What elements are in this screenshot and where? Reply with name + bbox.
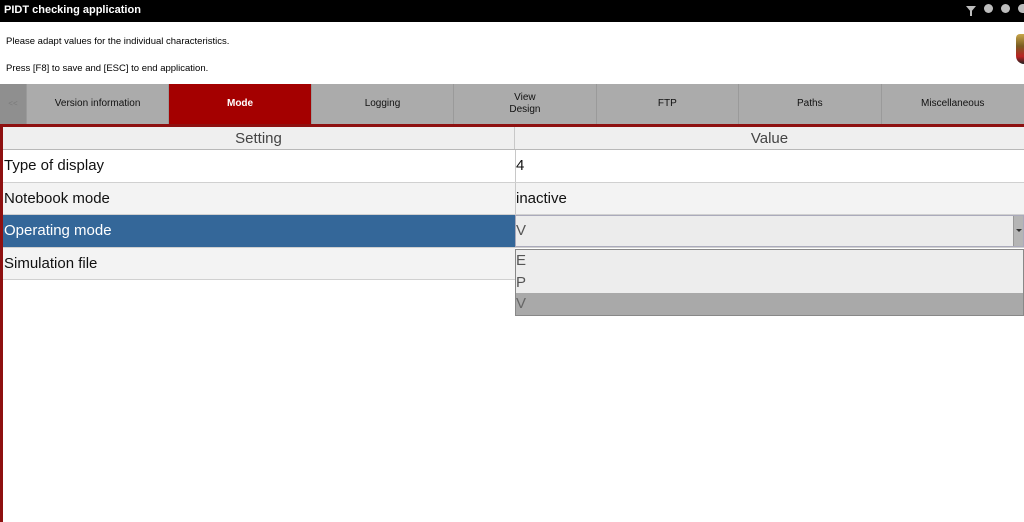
tab-version-information[interactable]: Version information (26, 84, 170, 124)
setting-name: Type of display (4, 157, 105, 175)
window-title: PIDT checking application (4, 4, 141, 16)
setting-name: Simulation file (4, 254, 98, 272)
porsche-logo-icon (1016, 34, 1024, 64)
setting-value[interactable]: 4 (515, 150, 1024, 182)
title-bar: PIDT checking application (0, 0, 1024, 22)
instruction-text: Please adapt values for the individual c… (6, 36, 230, 47)
setting-value[interactable]: inactive (515, 182, 1024, 214)
chevron-down-icon (1015, 229, 1022, 233)
tab-miscellaneous[interactable]: Miscellaneous (881, 84, 1024, 124)
dropdown-option-e[interactable]: E (516, 250, 1023, 272)
setting-name: Operating mode (3, 215, 515, 247)
dropdown-option-v[interactable]: V (516, 293, 1023, 315)
circle-icon[interactable] (1001, 4, 1010, 13)
column-header-setting[interactable]: Setting (3, 127, 515, 149)
dropdown-option-p[interactable]: P (516, 272, 1023, 294)
tab-paths[interactable]: Paths (739, 84, 882, 124)
circle-icon[interactable] (1018, 4, 1024, 13)
operating-mode-dropdown-list: E P V (515, 249, 1024, 316)
circle-icon[interactable] (984, 4, 993, 13)
operating-mode-select[interactable]: V (515, 215, 1024, 247)
shortcut-hint-text: Press [F8] to save and [ESC] to end appl… (6, 63, 209, 74)
tab-mode[interactable]: Mode (169, 84, 312, 124)
grid-header: Setting Value (3, 127, 1024, 150)
tab-scroll-left-button[interactable]: << (0, 84, 27, 124)
tab-bar: << Version information Mode Logging View… (0, 84, 1024, 124)
tab-view-design[interactable]: View Design (454, 84, 597, 124)
table-row[interactable]: Notebook mode inactive (3, 182, 1024, 215)
table-row-selected[interactable]: Operating mode V (3, 215, 1024, 248)
column-header-value[interactable]: Value (515, 127, 1024, 149)
tab-ftp[interactable]: FTP (596, 84, 740, 124)
table-row[interactable]: Type of display 4 (3, 150, 1024, 183)
settings-panel: Setting Value Type of display 4 Notebook… (0, 124, 1024, 522)
setting-name: Notebook mode (4, 189, 110, 207)
tab-logging[interactable]: Logging (311, 84, 455, 124)
title-bar-icons (966, 4, 1024, 16)
filter-icon[interactable] (966, 5, 976, 16)
dropdown-button[interactable] (1013, 216, 1023, 246)
select-value: V (516, 222, 527, 240)
